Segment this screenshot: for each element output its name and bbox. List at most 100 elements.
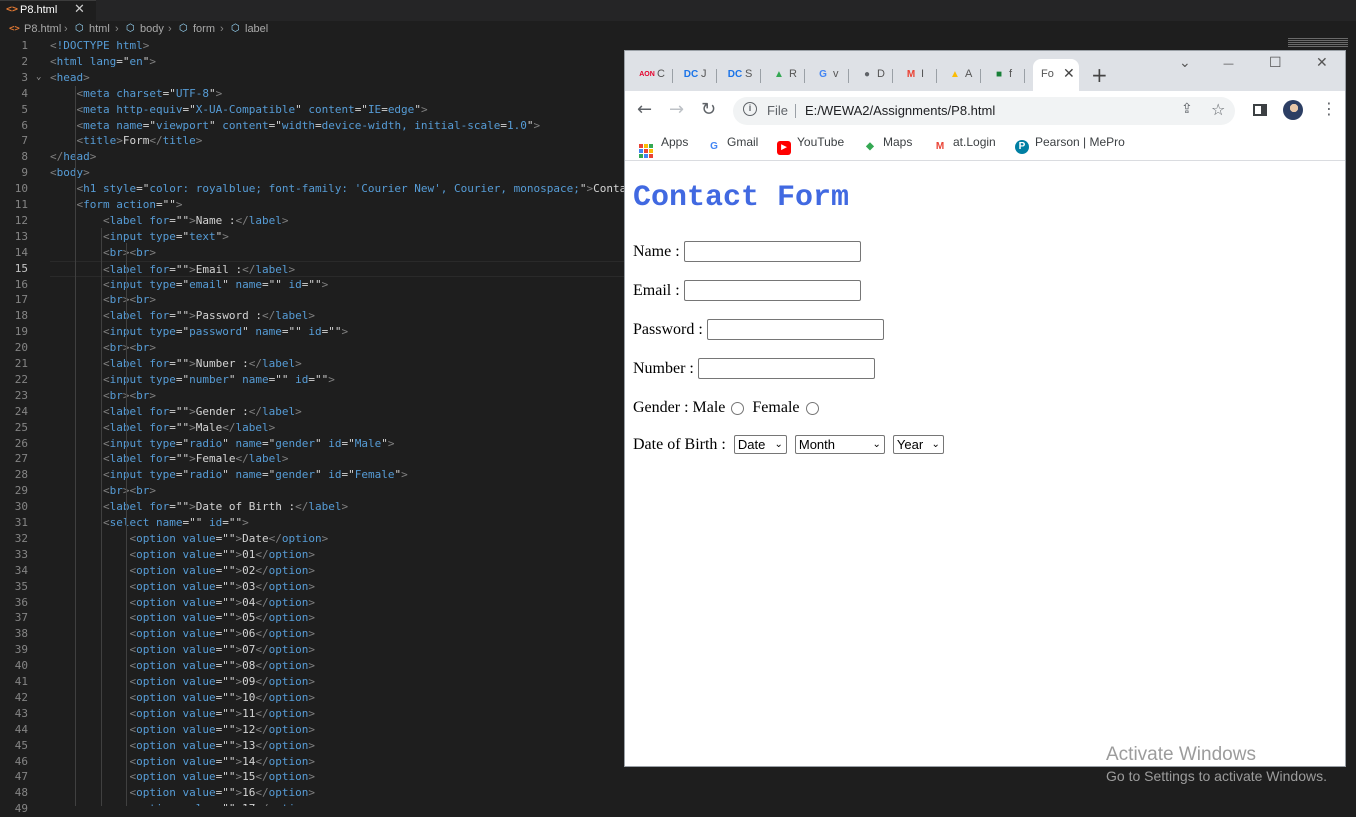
breadcrumb-item-html[interactable]: html: [89, 23, 110, 35]
code-line[interactable]: <label for="">Gender :</label>: [50, 404, 302, 420]
code-line[interactable]: <meta http-equiv="X-UA-Compatible" conte…: [50, 102, 428, 118]
profile-avatar[interactable]: [1283, 100, 1303, 120]
number-input[interactable]: [697, 358, 875, 379]
browser-tab[interactable]: ▲ A: [945, 65, 981, 87]
address-bar[interactable]: i File E:/WEWA2/Assignments/P8.html ⇪ ☆: [733, 97, 1235, 125]
code-line[interactable]: <option value="">07</option>: [50, 642, 315, 658]
code-line[interactable]: <br><br>: [50, 340, 156, 356]
code-line[interactable]: <br><br>: [50, 483, 156, 499]
bookmark-pearson-mepro[interactable]: P Pearson | MePro: [1015, 135, 1125, 154]
code-line[interactable]: <html lang="en">: [50, 54, 156, 70]
close-window-button[interactable]: ✕: [1316, 55, 1328, 71]
line-number: 34: [14, 563, 28, 577]
breadcrumb-item-file[interactable]: P8.html: [24, 23, 61, 35]
code-line[interactable]: <h1 style="color: royalblue; font-family…: [50, 181, 640, 197]
code-line[interactable]: <option value="">16</option>: [50, 785, 315, 801]
browser-tab[interactable]: Gv: [813, 65, 849, 87]
back-button[interactable]: ←: [637, 99, 652, 120]
browser-tab[interactable]: ▲ R: [769, 65, 805, 87]
browser-tab[interactable]: DC S: [725, 65, 761, 87]
code-line[interactable]: <br><br>: [50, 245, 156, 261]
code-line[interactable]: <input type="text">: [50, 229, 229, 245]
code-line[interactable]: <option value="">05</option>: [50, 610, 315, 626]
browser-tab[interactable]: MI: [901, 65, 937, 87]
code-line[interactable]: <form action="">: [50, 197, 183, 213]
forward-button[interactable]: →: [669, 99, 684, 120]
code-line[interactable]: <label for="">Female</label>: [50, 451, 289, 467]
code-line[interactable]: <option value="">02</option>: [50, 563, 315, 579]
code-editor[interactable]: <!DOCTYPE html> <html lang="en"> <head> <m…: [50, 38, 650, 806]
browser-tab[interactable]: DC J: [681, 65, 717, 87]
code-line[interactable]: </head>: [50, 149, 96, 165]
date-select[interactable]: Date ⌄: [733, 435, 787, 454]
breadcrumb-item-form[interactable]: form: [193, 23, 215, 35]
code-line[interactable]: <meta name="viewport" content="width=dev…: [50, 118, 541, 134]
code-line[interactable]: <br><br>: [50, 292, 156, 308]
code-line[interactable]: <option value="">08</option>: [50, 658, 315, 674]
code-line[interactable]: <option value="">15</option>: [50, 769, 315, 785]
year-select[interactable]: Year ⌄: [892, 435, 944, 454]
bookmark-apps[interactable]: Apps: [639, 135, 688, 158]
share-icon[interactable]: ⇪: [1181, 101, 1193, 117]
male-radio[interactable]: [731, 401, 745, 415]
code-line[interactable]: <label for="">Date of Birth :</label>: [50, 499, 348, 515]
bookmark-star-icon[interactable]: ☆: [1211, 100, 1225, 119]
info-icon[interactable]: i: [743, 102, 757, 116]
url-text[interactable]: E:/WEWA2/Assignments/P8.html: [805, 103, 995, 118]
line-number: 26: [14, 436, 28, 450]
password-input[interactable]: [706, 319, 884, 340]
code-line[interactable]: <label for="">Name :</label>: [50, 213, 289, 229]
reload-button[interactable]: ↻: [701, 99, 716, 120]
code-line[interactable]: <label for="">Email :</label>: [50, 260, 624, 277]
browser-tab-active[interactable]: Fo ✕: [1033, 59, 1079, 91]
code-line[interactable]: <option value="">12</option>: [50, 722, 315, 738]
code-line[interactable]: <option value="">17</option>: [50, 801, 315, 806]
code-line[interactable]: <select name="" id="">: [50, 515, 249, 531]
code-line[interactable]: <input type="radio" name="gender" id="Fe…: [50, 467, 408, 483]
code-line[interactable]: <!DOCTYPE html>: [50, 38, 149, 54]
side-panel-icon[interactable]: [1253, 104, 1267, 116]
code-line[interactable]: <option value="">10</option>: [50, 690, 315, 706]
code-line[interactable]: <option value="">01</option>: [50, 547, 315, 563]
code-line[interactable]: <body>: [50, 165, 90, 181]
month-select[interactable]: Month ⌄: [794, 435, 885, 454]
code-line[interactable]: <option value="">04</option>: [50, 595, 315, 611]
code-line[interactable]: <option value="">Date</option>: [50, 531, 328, 547]
close-icon[interactable]: ✕: [1063, 66, 1075, 82]
female-radio[interactable]: [805, 401, 819, 415]
code-line[interactable]: <input type="email" name="" id="">: [50, 277, 328, 293]
email-input[interactable]: [683, 280, 861, 301]
code-line[interactable]: <title>Form</title>: [50, 133, 203, 149]
code-line[interactable]: <option value="">09</option>: [50, 674, 315, 690]
fold-chevron-icon[interactable]: ⌄: [36, 72, 41, 82]
breadcrumb-item-label[interactable]: label: [245, 23, 268, 35]
code-line[interactable]: <option value="">03</option>: [50, 579, 315, 595]
chevron-down-icon[interactable]: ⌄: [1179, 55, 1191, 71]
browser-tab[interactable]: ● D: [857, 65, 893, 87]
minimize-button[interactable]: —: [1223, 57, 1234, 70]
code-line[interactable]: <input type="password" name="" id="">: [50, 324, 348, 340]
browser-tab[interactable]: AON C: [637, 65, 673, 87]
bookmark-at-login[interactable]: Mat.Login: [933, 135, 996, 153]
browser-tab[interactable]: ■ f: [989, 65, 1025, 87]
code-line[interactable]: <option value="">14</option>: [50, 754, 315, 770]
code-line[interactable]: <option value="">06</option>: [50, 626, 315, 642]
bookmark-maps[interactable]: ◆ Maps: [863, 135, 912, 153]
code-line[interactable]: <label for="">Male</label>: [50, 420, 275, 436]
code-line[interactable]: <label for="">Number :</label>: [50, 356, 302, 372]
code-line[interactable]: <head>: [50, 70, 90, 86]
code-line[interactable]: <option value="">13</option>: [50, 738, 315, 754]
code-line[interactable]: <label for="">Password :</label>: [50, 308, 315, 324]
menu-icon[interactable]: ⋮: [1321, 99, 1337, 118]
name-input[interactable]: [683, 241, 861, 262]
bookmark-gmail[interactable]: G Gmail: [707, 135, 758, 153]
close-icon[interactable]: ✕: [74, 2, 85, 17]
maximize-button[interactable]: ☐: [1269, 55, 1282, 71]
breadcrumb-item-body[interactable]: body: [140, 23, 164, 35]
code-line[interactable]: <option value="">11</option>: [50, 706, 315, 722]
editor-tab-p8[interactable]: <> P8.html ✕: [0, 0, 96, 21]
code-line[interactable]: <input type="number" name="" id="">: [50, 372, 335, 388]
code-line[interactable]: <br><br>: [50, 388, 156, 404]
new-tab-button[interactable]: +: [1091, 63, 1108, 87]
bookmark-youtube[interactable]: ▶ YouTube: [777, 135, 844, 155]
